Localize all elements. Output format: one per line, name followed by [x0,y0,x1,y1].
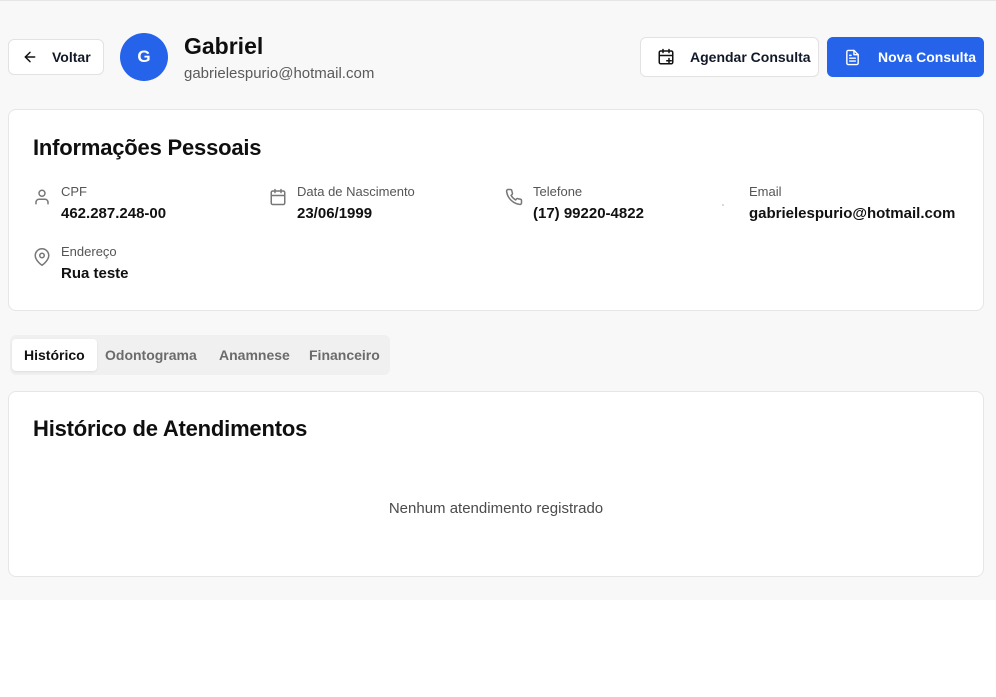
tab-financeiro[interactable]: Financeiro [309,339,380,371]
tab-odontograma[interactable]: Odontograma [105,339,197,371]
back-button-label: Voltar [52,49,91,65]
avatar: G [120,33,168,81]
birthdate-value: 23/06/1999 [297,205,373,222]
patient-email: gabrielespurio@hotmail.com [184,65,375,82]
patient-name: Gabriel [184,33,264,59]
cpf-value: 462.287.248-00 [61,205,167,222]
tab-historico[interactable]: Histórico [12,339,97,371]
tab-anamnese[interactable]: Anamnese [219,339,290,371]
arrow-left-icon [22,49,38,65]
cpf-label: CPF [61,184,87,199]
tab-bar: Histórico Odontograma Anamnese Financeir… [10,335,390,375]
patient-page: Voltar G Gabriel gabrielespurio@hotmail.… [0,0,996,600]
phone-icon [505,188,523,211]
new-consult-button[interactable]: Nova Consulta [827,37,984,77]
file-text-icon [844,49,861,66]
birthdate-label: Data de Nascimento [297,184,415,199]
empty-history-message: Nenhum atendimento registrado [388,500,604,517]
user-icon [33,188,51,211]
address-label: Endereço [61,244,117,259]
map-pin-icon [33,248,51,271]
patient-header: Voltar G Gabriel gabrielespurio@hotmail.… [8,31,984,83]
schedule-consult-button[interactable]: Agendar Consulta [640,37,819,77]
phone-value: (17) 99220-4822 [533,205,644,222]
calendar-plus-icon [657,48,675,66]
history-title: Histórico de Atendimentos [33,416,308,441]
schedule-consult-label: Agendar Consulta [690,49,811,65]
address-value: Rua teste [61,265,129,282]
back-button[interactable]: Voltar [8,39,104,75]
email-label: Email [749,184,782,199]
history-card: Histórico de Atendimentos Nenhum atendim… [8,391,984,577]
mail-icon [721,194,725,212]
calendar-icon [269,188,287,211]
phone-label: Telefone [533,184,583,199]
new-consult-label: Nova Consulta [878,49,977,65]
personal-info-card: Informações Pessoais CPF 462.287.248-00 … [8,109,984,311]
email-value: gabrielespurio@hotmail.com [749,205,956,222]
personal-info-title: Informações Pessoais [33,135,262,160]
